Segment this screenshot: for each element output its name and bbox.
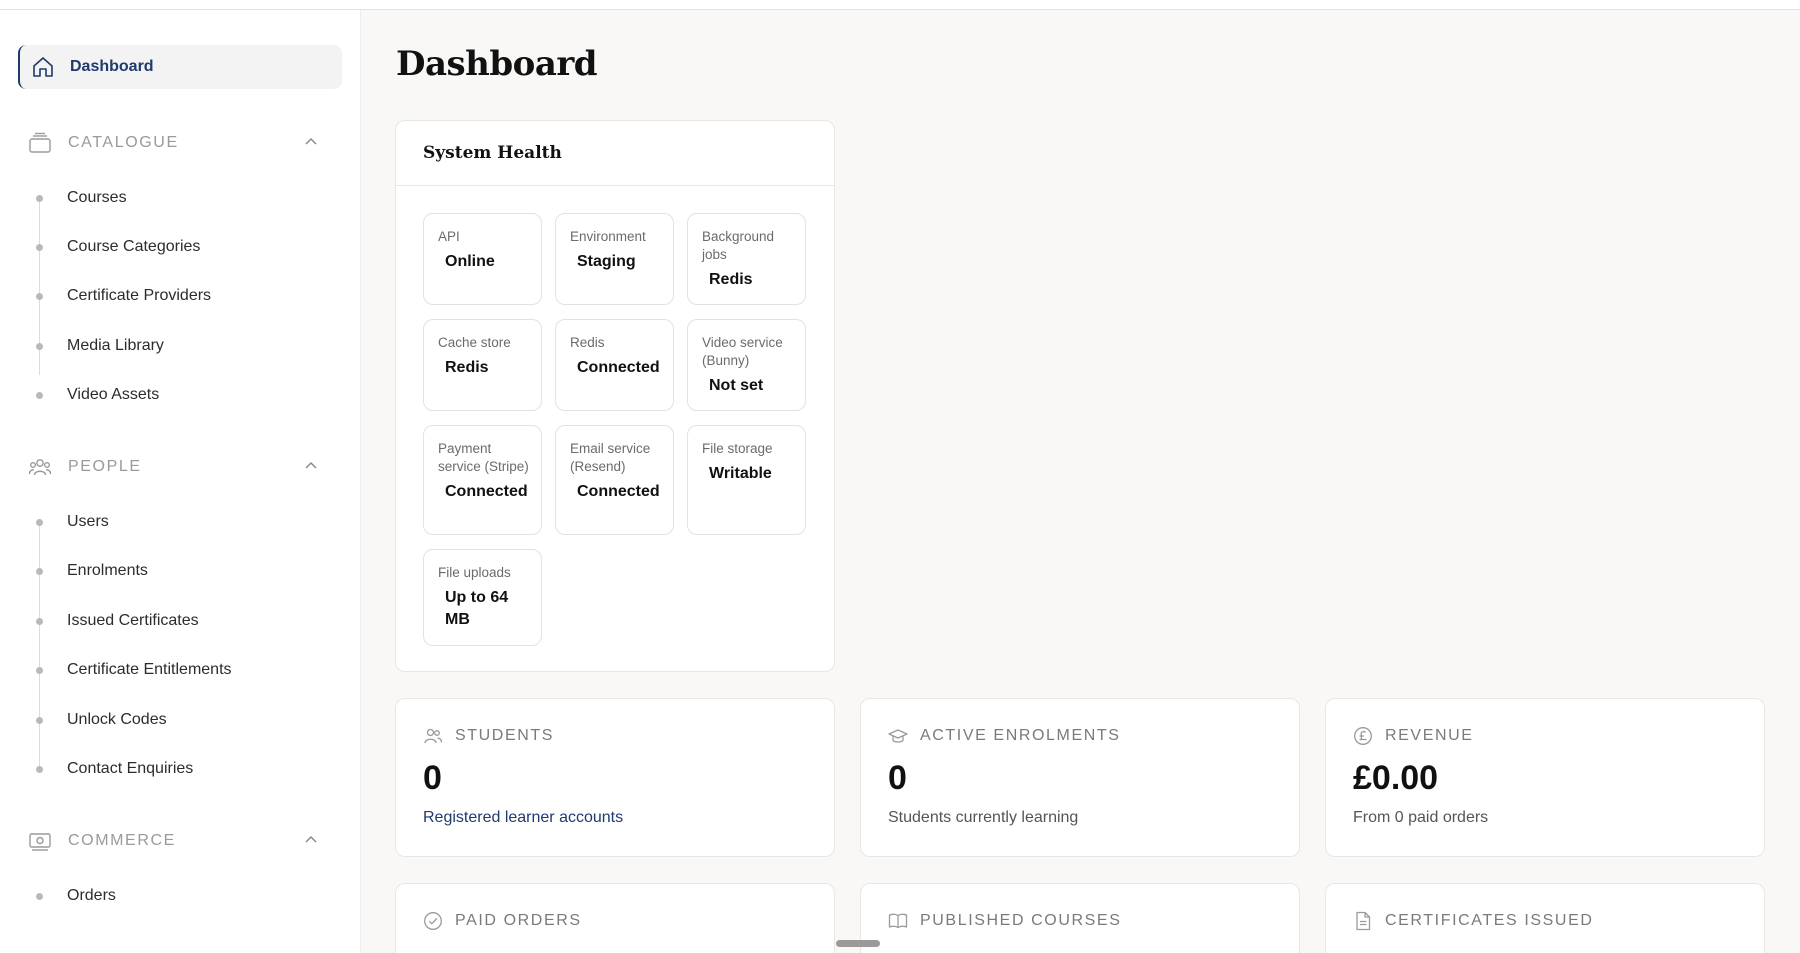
people-list: Users Enrolments Issued Certificates Cer…: [28, 510, 328, 790]
card-header: System Health: [396, 121, 834, 186]
stat-subtext: Students currently learning: [888, 809, 1079, 826]
stat-card-active-enrolments: ACTIVE ENROLMENTS 0 Students currently l…: [860, 698, 1300, 857]
section-catalogue[interactable]: CATALOGUE: [28, 128, 334, 158]
sidebar-item-certificate-entitlements[interactable]: Certificate Entitlements: [28, 658, 232, 682]
catalogue-list: Courses Course Categories Certificate Pr…: [28, 186, 328, 406]
sidebar-item-certificate-providers[interactable]: Certificate Providers: [28, 284, 211, 308]
sidebar-item-contact-enquiries[interactable]: Contact Enquiries: [28, 757, 193, 781]
health-tile-file-uploads: File uploads Up to 64 MB: [423, 549, 542, 646]
check-circle-icon: [423, 911, 443, 931]
commerce-list: Orders: [28, 884, 328, 914]
scroll-handle[interactable]: [836, 940, 880, 947]
sidebar-item-enrolments[interactable]: Enrolments: [28, 559, 148, 583]
stat-value: 0: [888, 759, 907, 797]
section-people[interactable]: PEOPLE: [28, 452, 334, 482]
archive-icon: [28, 131, 52, 155]
sidebar-item-dashboard[interactable]: Dashboard: [18, 45, 342, 89]
top-bar: [0, 0, 1800, 10]
section-label: COMMERCE: [68, 832, 176, 849]
health-tile-payment-service: Payment service (Stripe) Connected: [423, 425, 542, 535]
sidebar-item-unlock-codes[interactable]: Unlock Codes: [28, 708, 167, 732]
section-commerce[interactable]: COMMERCE: [28, 826, 334, 856]
system-health-card: System Health API Online Environment Sta…: [395, 120, 835, 672]
chevron-up-icon[interactable]: [302, 831, 320, 849]
stat-card-certificates-issued: CERTIFICATES ISSUED: [1325, 883, 1765, 953]
health-tile-email-service: Email service (Resend) Connected: [555, 425, 674, 535]
page-title: Dashboard: [396, 44, 598, 84]
pound-icon: [1353, 726, 1373, 746]
chevron-up-icon[interactable]: [302, 457, 320, 475]
card-title: System Health: [423, 143, 562, 163]
health-tile-environment: Environment Staging: [555, 213, 674, 305]
health-tile-redis: Redis Connected: [555, 319, 674, 411]
sidebar-item-course-categories[interactable]: Course Categories: [28, 235, 200, 259]
stat-value: £0.00: [1353, 759, 1439, 797]
stat-subtext: From 0 paid orders: [1353, 809, 1489, 826]
stat-card-revenue: REVENUE £0.00 From 0 paid orders: [1325, 698, 1765, 857]
sidebar-item-issued-certificates[interactable]: Issued Certificates: [28, 609, 199, 633]
users-icon: [423, 726, 443, 746]
stat-link[interactable]: Registered learner accounts: [423, 809, 623, 827]
graduation-cap-icon: [888, 726, 908, 746]
sidebar-item-label: Dashboard: [70, 58, 154, 75]
sidebar-item-orders[interactable]: Orders: [28, 884, 116, 908]
section-label: PEOPLE: [68, 458, 142, 475]
health-tile-background-jobs: Background jobs Redis: [687, 213, 806, 305]
stat-card-students: STUDENTS 0 Registered learner accounts: [395, 698, 835, 857]
stat-card-published-courses: PUBLISHED COURSES: [860, 883, 1300, 953]
home-icon: [30, 54, 56, 80]
health-tile-file-storage: File storage Writable: [687, 425, 806, 535]
document-icon: [1353, 911, 1373, 931]
health-tile-video-service: Video service (Bunny) Not set: [687, 319, 806, 411]
sidebar-item-courses[interactable]: Courses: [28, 186, 127, 210]
chevron-up-icon[interactable]: [302, 133, 320, 151]
book-icon: [888, 911, 908, 931]
stat-value: 0: [423, 759, 442, 797]
people-icon: [28, 455, 52, 479]
health-tile-cache-store: Cache store Redis: [423, 319, 542, 411]
cash-icon: [28, 829, 52, 853]
sidebar-item-video-assets[interactable]: Video Assets: [28, 383, 159, 407]
sidebar-item-users[interactable]: Users: [28, 510, 109, 534]
health-tile-api: API Online: [423, 213, 542, 305]
sidebar: Dashboard CATALOGUE Courses Course Categ…: [0, 10, 361, 953]
section-label: CATALOGUE: [68, 134, 179, 151]
stat-card-paid-orders: PAID ORDERS: [395, 883, 835, 953]
sidebar-item-media-library[interactable]: Media Library: [28, 334, 164, 358]
